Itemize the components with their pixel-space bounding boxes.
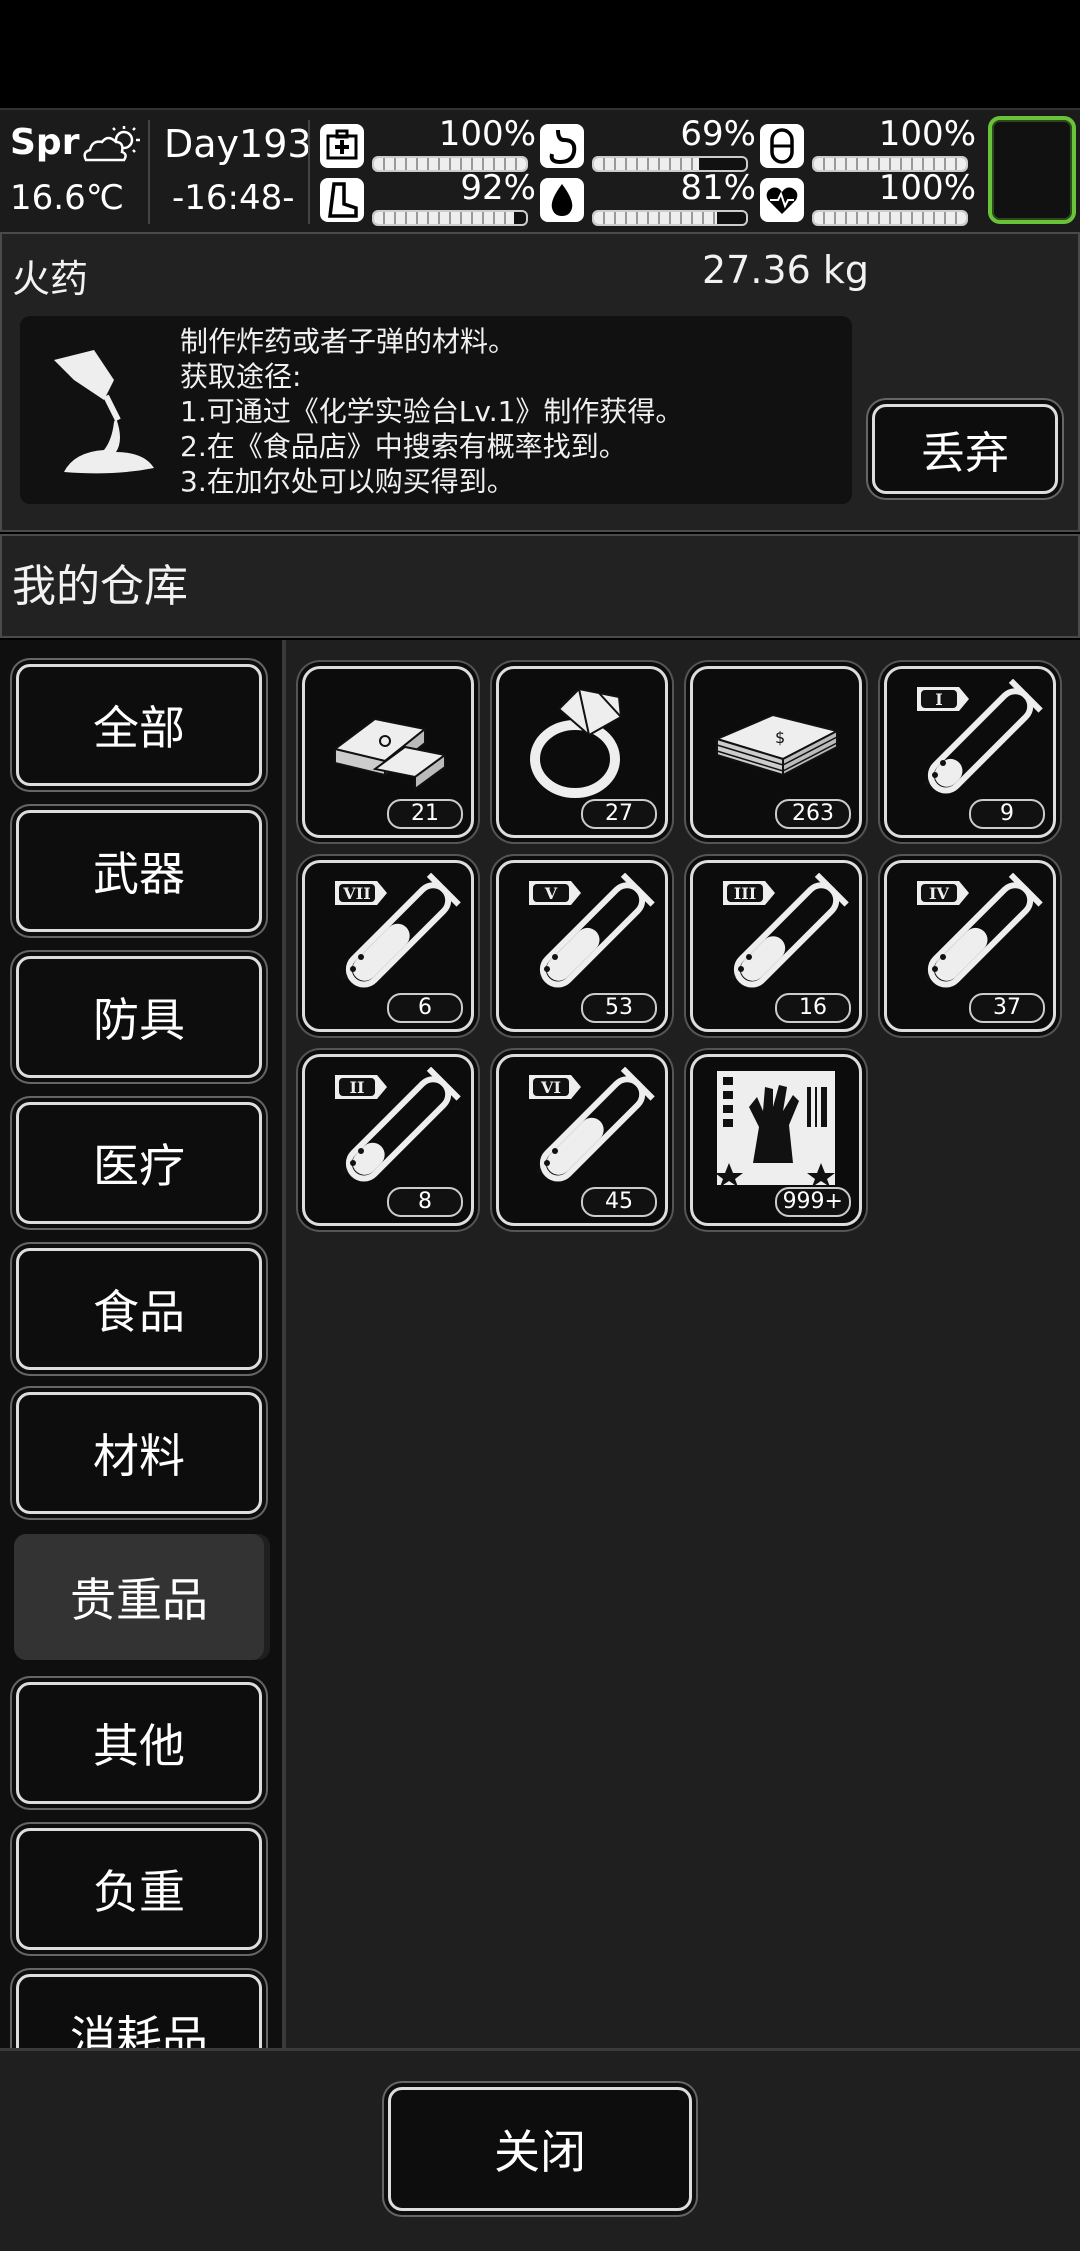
tube-numeral-label: V: [544, 884, 558, 903]
item-slot-cash[interactable]: $ 263: [690, 666, 862, 838]
season-label: Spr: [10, 122, 80, 163]
description-line: 2.在《食品店》中搜索有概率找到。: [180, 430, 627, 463]
item-count: 8: [387, 1187, 463, 1217]
item-slot-ring[interactable]: 27: [496, 666, 668, 838]
temperature: 16.6℃: [10, 178, 124, 218]
heart-stat: 100%: [760, 168, 980, 228]
item-count: 27: [581, 799, 657, 829]
item-slot-tube-vi[interactable]: VI 45: [496, 1054, 668, 1226]
water-drop-icon: [540, 178, 584, 222]
description-line: 制作炸药或者子弹的材料。: [180, 325, 517, 358]
category-medical[interactable]: 医疗: [16, 1102, 262, 1224]
heart-bar: [812, 210, 968, 226]
gunpowder-icon: [54, 350, 154, 474]
heart-percent: 100%: [878, 168, 976, 208]
thirst-stat: 81%: [540, 168, 760, 228]
item-slot-tube-iii[interactable]: III 16: [690, 860, 862, 1032]
category-food[interactable]: 食品: [16, 1248, 262, 1370]
item-slot-tube-i[interactable]: I 9: [884, 666, 1056, 838]
item-slot-zombie-card[interactable]: 999+: [690, 1054, 862, 1226]
day-counter: Day193: [164, 122, 312, 166]
stomach-icon: [540, 124, 584, 168]
hunger-stat: 69%: [540, 114, 760, 174]
item-name: 火药: [12, 257, 89, 301]
diamond-ring-icon: [530, 687, 623, 798]
heart-icon: [760, 178, 804, 222]
tube-numeral-label: II: [350, 1078, 365, 1097]
item-slot-tube-vii[interactable]: VII 6: [302, 860, 474, 1032]
item-count: 999+: [774, 1187, 851, 1217]
health-percent: 100%: [438, 114, 536, 154]
test-tube-vii-icon: VII: [335, 873, 461, 988]
category-armor[interactable]: 防具: [16, 956, 262, 1078]
tube-numeral-label: IV: [929, 884, 949, 903]
status-bar: Spr 16.6℃ Day193 -16:48- 100% 69% 100% 9…: [0, 108, 1080, 235]
boot-icon: [320, 178, 364, 222]
thirst-percent: 81%: [680, 168, 756, 208]
item-slot-tube-ii[interactable]: II 8: [302, 1054, 474, 1226]
category-all[interactable]: 全部: [16, 664, 262, 786]
mood-percent: 100%: [878, 114, 976, 154]
test-tube-iii-icon: III: [723, 873, 849, 988]
category-list[interactable]: 全部 武器 防具 医疗 食品 材料 贵重品 其他 负重 消耗品: [0, 640, 284, 2048]
category-weapons[interactable]: 武器: [16, 810, 262, 932]
test-tube-i-icon: I: [917, 679, 1043, 794]
tube-numeral-label: VI: [540, 1078, 561, 1097]
test-tube-vi-icon: VI: [529, 1067, 655, 1182]
item-detail-panel: 火药 27.36 kg 制作炸药或者子弹的材料。 获取途径: 1.可通过《化学实…: [0, 232, 1080, 532]
item-slot-tube-v[interactable]: V 53: [496, 860, 668, 1032]
hunger-percent: 69%: [680, 114, 756, 154]
equipped-slot[interactable]: [988, 116, 1076, 224]
zombie-card-icon: [715, 1071, 835, 1187]
tube-numeral-label: VII: [342, 884, 370, 903]
description-line: 获取途径:: [180, 360, 302, 393]
test-tube-v-icon: V: [529, 873, 655, 988]
game-clock: -16:48-: [172, 178, 295, 218]
item-count: 37: [969, 993, 1045, 1023]
description-line: 1.可通过《化学实验台Lv.1》制作获得。: [180, 395, 684, 428]
bottom-bar: 关闭: [0, 2048, 1080, 2251]
item-slot-tube-iv[interactable]: IV 37: [884, 860, 1056, 1032]
category-materials[interactable]: 材料: [16, 1392, 262, 1514]
item-count: 16: [775, 993, 851, 1023]
test-tube-ii-icon: II: [335, 1067, 461, 1182]
thirst-bar: [592, 210, 748, 226]
category-consumables[interactable]: 消耗品: [16, 1974, 262, 2048]
divider: [308, 120, 310, 224]
stamina-stat: 92%: [320, 168, 540, 228]
item-grid: 21 27 $ 263 I 9 VII 6 V 53 III 16 IV 37 …: [286, 640, 1080, 2048]
item-count: 21: [387, 799, 463, 829]
item-count: 263: [775, 799, 851, 829]
item-weight: 27.36 kg: [702, 248, 869, 292]
stamina-bar: [372, 210, 528, 226]
stamina-percent: 92%: [460, 168, 536, 208]
cash-stack-icon: $: [714, 713, 840, 777]
item-count: 6: [387, 993, 463, 1023]
section-title: 我的仓库: [0, 534, 1080, 638]
mood-stat: 100%: [760, 114, 980, 174]
discard-button[interactable]: 丢弃: [872, 404, 1058, 494]
gold-bars-icon: [332, 717, 448, 791]
category-other[interactable]: 其他: [16, 1682, 262, 1804]
category-valuables[interactable]: 贵重品: [14, 1534, 264, 1660]
close-button[interactable]: 关闭: [388, 2087, 692, 2211]
svg-text:$: $: [775, 728, 785, 747]
test-tube-iv-icon: IV: [917, 873, 1043, 988]
item-count: 53: [581, 993, 657, 1023]
item-slot-gold-bars[interactable]: 21: [302, 666, 474, 838]
pill-icon: [760, 124, 804, 168]
tube-numeral-label: III: [734, 884, 756, 903]
item-description-box: 制作炸药或者子弹的材料。 获取途径: 1.可通过《化学实验台Lv.1》制作获得。…: [20, 316, 852, 504]
divider: [148, 120, 150, 224]
item-count: 9: [969, 799, 1045, 829]
category-carry[interactable]: 负重: [16, 1828, 262, 1950]
item-description: 制作炸药或者子弹的材料。 获取途径: 1.可通过《化学实验台Lv.1》制作获得。…: [180, 324, 683, 499]
partly-cloudy-icon: [83, 126, 140, 162]
description-line: 3.在加尔处可以购买得到。: [180, 465, 515, 498]
health-stat: 100%: [320, 114, 540, 174]
tube-numeral-label: I: [935, 690, 942, 709]
health-kit-icon: [320, 124, 364, 168]
item-count: 45: [581, 1187, 657, 1217]
